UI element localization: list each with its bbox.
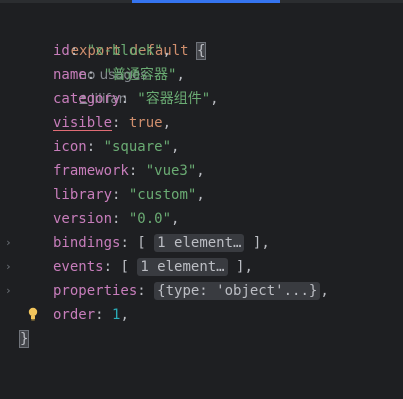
prop-value: "0.0" xyxy=(128,211,172,227)
prop-value: "custom" xyxy=(128,187,197,203)
code-line-events: › events: [ 1 element… ], xyxy=(0,255,403,279)
code-line-name: name: "普通容器", xyxy=(53,67,185,83)
code-line-order: order: 1, xyxy=(0,303,403,327)
code-line-framework: framework: "vue3", xyxy=(53,163,205,179)
code-line-bindings: › bindings: [ 1 element… ], xyxy=(0,231,403,255)
prop-key: version xyxy=(53,211,113,227)
prop-value: "square" xyxy=(103,139,172,155)
code-line-id: id: "x-block", xyxy=(53,43,172,59)
closing-brace: } xyxy=(18,330,30,348)
prop-key-warning[interactable]: visible xyxy=(53,115,112,131)
code-line-closing: } xyxy=(0,327,403,351)
prop-value: "x-block" xyxy=(86,43,163,59)
code-line-version: version: "0.0", xyxy=(53,211,180,227)
lightbulb-icon[interactable] xyxy=(28,307,38,321)
prop-key: icon xyxy=(53,139,87,155)
prop-key: framework xyxy=(53,163,129,179)
code-line-library: library: "custom", xyxy=(53,187,205,203)
code-line-1: export default { no usages lilifan xyxy=(0,15,403,107)
folded-region[interactable]: {type: 'object'...} xyxy=(154,282,321,300)
code-line-properties: › properties: {type: 'object'...}, xyxy=(0,279,403,303)
active-tab-indicator xyxy=(132,0,280,3)
fold-chevron-icon[interactable]: › xyxy=(5,279,15,303)
prop-value: "vue3" xyxy=(145,163,197,179)
prop-key: id xyxy=(53,43,70,59)
prop-key: name xyxy=(53,67,87,83)
fold-chevron-icon[interactable]: › xyxy=(5,255,15,279)
prop-key: properties xyxy=(53,283,138,299)
folded-region[interactable]: 1 element… xyxy=(137,258,228,276)
prop-value: "容器组件" xyxy=(137,91,211,107)
code-line-icon: icon: "square", xyxy=(53,139,180,155)
prop-value: true xyxy=(128,115,163,131)
folded-region[interactable]: 1 element… xyxy=(154,234,245,252)
code-line-category: category: "容器组件", xyxy=(53,91,219,107)
prop-key: library xyxy=(53,187,113,203)
fold-chevron-icon[interactable]: › xyxy=(5,231,15,255)
prop-key: category xyxy=(53,91,121,107)
prop-key: bindings xyxy=(53,235,121,251)
prop-value: "普通容器" xyxy=(103,67,177,83)
prop-key: order xyxy=(53,307,96,323)
code-line-visible: visible: true, xyxy=(53,115,172,131)
prop-key: events xyxy=(53,259,104,275)
